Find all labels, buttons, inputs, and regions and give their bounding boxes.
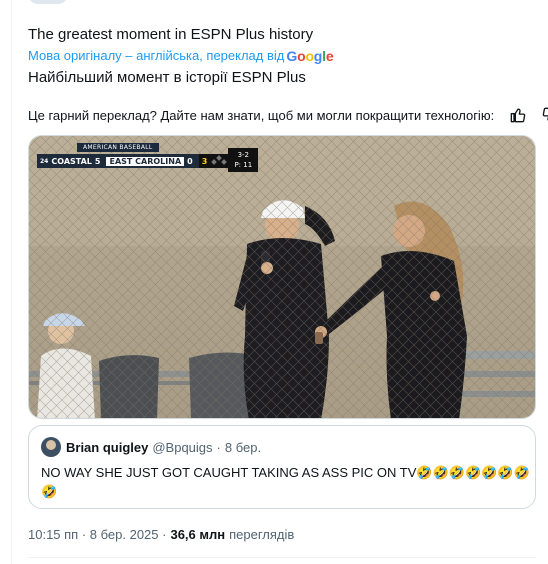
away-score: 5 [94,156,101,166]
home-team: EAST CAROLINA [106,156,185,166]
translated-text: Найбільший момент в історії ESPN Plus [28,69,306,86]
thumbs-down-icon[interactable] [542,106,548,124]
pitch-number: P: 11 [234,161,253,169]
quoted-tweet-text: NO WAY SHE JUST GOT CAUGHT TAKING AS ASS… [41,465,530,499]
thread-divider [11,0,12,564]
scorebug: AMERICAN BASEBALL 24 COASTAL 5 EAST CARO… [37,143,259,172]
quoted-date[interactable]: 8 бер. [225,440,261,455]
video-frame [29,136,535,418]
tweet-meta: 10:15 пп · 8 бер. 2025 · 36,6 млн перегл… [28,527,294,542]
previous-header-fragment [28,0,148,6]
bases-icon [210,154,229,168]
video-media[interactable]: AMERICAN BASEBALL 24 COASTAL 5 EAST CARO… [28,135,536,419]
quoted-author-name[interactable]: Brian quigley [66,440,148,455]
translation-label: Мова оригіналу – англійська, переклад ві… [28,48,285,63]
avatar[interactable] [28,0,68,4]
views-label: переглядів [229,527,295,542]
separator: · [216,439,221,455]
away-team: COASTAL [51,156,92,166]
google-logo: Google [286,48,334,64]
feedback-question: Це гарний переклад? Дайте нам знати, щоб… [28,107,495,123]
inning: 3 [198,154,211,168]
pitch-count: 3-2 [237,151,250,159]
thumbs-up-icon[interactable] [510,106,526,124]
league-label: AMERICAN BASEBALL [77,143,159,152]
divider [28,557,536,558]
quoted-tweet[interactable]: Brian quigley @Bpquigs · 8 бер. NO WAY S… [28,425,536,509]
views-count: 36,6 млн [170,527,226,542]
away-rank: 24 [40,157,49,165]
quoted-tweet-header: Brian quigley @Bpquigs · 8 бер. [41,437,261,457]
tweet-text: The greatest moment in ESPN Plus history [28,26,314,43]
translation-feedback: Це гарний переклад? Дайте нам знати, щоб… [28,106,548,124]
tweet-timestamp[interactable]: 10:15 пп · 8 бер. 2025 · [28,527,166,542]
quoted-author-handle[interactable]: @Bpquigs [152,440,212,455]
score-line: 24 COASTAL 5 EAST CAROLINA 0 [37,154,199,168]
count-box: 3-2 P: 11 [228,148,259,172]
home-score: 0 [187,156,193,166]
translation-attribution[interactable]: Мова оригіналу – англійська, переклад ві… [28,48,334,64]
avatar[interactable] [41,437,61,457]
